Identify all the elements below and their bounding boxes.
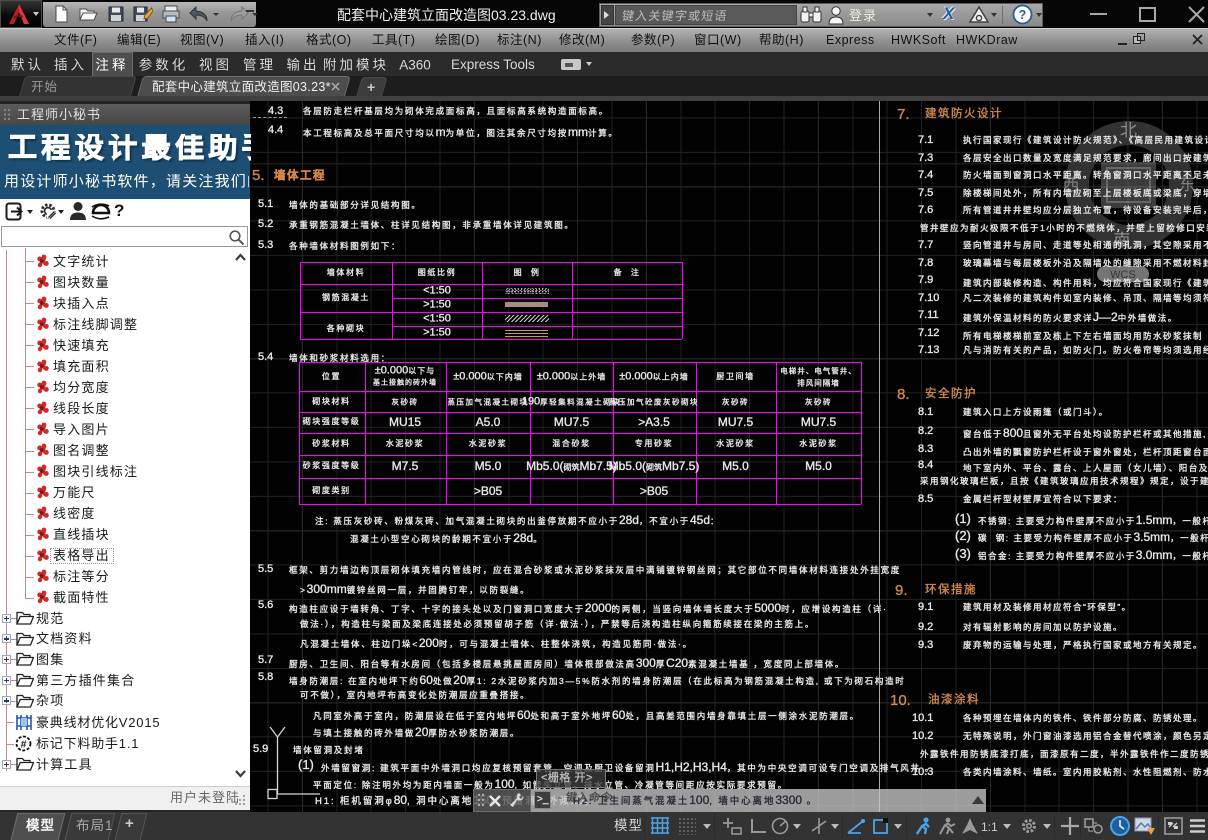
svg-text:#: #: [21, 739, 27, 751]
svg-text:?: ?: [1019, 8, 1027, 22]
